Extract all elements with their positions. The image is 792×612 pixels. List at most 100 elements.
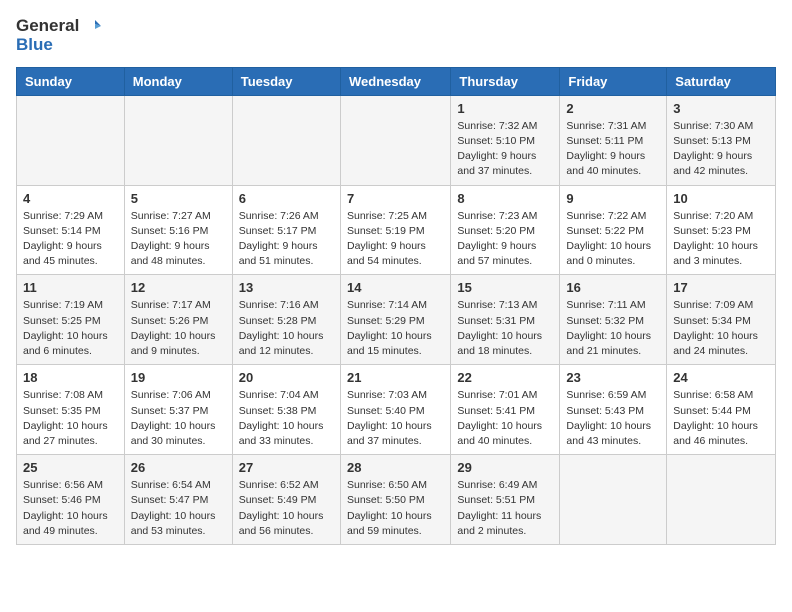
page-header: General Blue (16, 16, 776, 55)
day-info: Sunrise: 7:29 AM Sunset: 5:14 PM Dayligh… (23, 209, 118, 270)
day-info: Sunrise: 6:49 AM Sunset: 5:51 PM Dayligh… (457, 478, 553, 539)
calendar-cell: 9Sunrise: 7:22 AM Sunset: 5:22 PM Daylig… (560, 185, 667, 275)
calendar-cell: 24Sunrise: 6:58 AM Sunset: 5:44 PM Dayli… (667, 365, 776, 455)
day-number: 20 (239, 370, 334, 385)
day-info: Sunrise: 7:26 AM Sunset: 5:17 PM Dayligh… (239, 209, 334, 270)
calendar-cell (560, 455, 667, 545)
day-number: 24 (673, 370, 769, 385)
day-number: 1 (457, 101, 553, 116)
calendar-cell: 8 Sunrise: 7:23 AM Sunset: 5:20 PM Daylig… (451, 185, 560, 275)
weekday-header-wednesday: Wednesday (340, 67, 450, 95)
day-number: 7 (347, 191, 444, 206)
calendar-cell (232, 95, 340, 185)
logo-bird-icon (81, 16, 101, 36)
calendar-cell: 11 Sunrise: 7:19 AM Sunset: 5:25 PM Dayli… (17, 275, 125, 365)
weekday-header-saturday: Saturday (667, 67, 776, 95)
day-number: 8 (457, 191, 553, 206)
day-number: 22 (457, 370, 553, 385)
calendar-cell: 12 Sunrise: 7:17 AM Sunset: 5:26 PM Dayli… (124, 275, 232, 365)
day-number: 2 (566, 101, 660, 116)
day-info: Sunrise: 6:56 AM Sunset: 5:46 PM Dayligh… (23, 478, 118, 539)
day-info: Sunrise: 6:59 AM Sunset: 5:43 PM Dayligh… (566, 388, 660, 449)
day-info: Sunrise: 6:54 AM Sunset: 5:47 PM Dayligh… (131, 478, 226, 539)
day-info: Sunrise: 7:01 AM Sunset: 5:41 PM Dayligh… (457, 388, 553, 449)
calendar-cell: 29 Sunrise: 6:49 AM Sunset: 5:51 PM Dayli… (451, 455, 560, 545)
day-number: 5 (131, 191, 226, 206)
day-number: 14 (347, 280, 444, 295)
day-number: 19 (131, 370, 226, 385)
calendar-cell: 18 Sunrise: 7:08 AM Sunset: 5:35 PM Dayli… (17, 365, 125, 455)
day-number: 12 (131, 280, 226, 295)
weekday-header-thursday: Thursday (451, 67, 560, 95)
calendar-cell: 28 Sunrise: 6:50 AM Sunset: 5:50 PM Dayli… (340, 455, 450, 545)
day-number: 17 (673, 280, 769, 295)
day-number: 26 (131, 460, 226, 475)
logo-blue: Blue (16, 35, 53, 54)
day-info: Sunrise: 6:50 AM Sunset: 5:50 PM Dayligh… (347, 478, 444, 539)
weekday-header-row: SundayMondayTuesdayWednesdayThursdayFrid… (17, 67, 776, 95)
day-number: 6 (239, 191, 334, 206)
calendar-cell (124, 95, 232, 185)
calendar-cell: 25Sunrise: 6:56 AM Sunset: 5:46 PM Dayli… (17, 455, 125, 545)
calendar-cell: 22 Sunrise: 7:01 AM Sunset: 5:41 PM Dayli… (451, 365, 560, 455)
day-info: Sunrise: 7:23 AM Sunset: 5:20 PM Dayligh… (457, 209, 553, 270)
day-number: 18 (23, 370, 118, 385)
calendar-cell: 13Sunrise: 7:16 AM Sunset: 5:28 PM Dayli… (232, 275, 340, 365)
weekday-header-friday: Friday (560, 67, 667, 95)
calendar-cell: 16 Sunrise: 7:11 AM Sunset: 5:32 PM Dayli… (560, 275, 667, 365)
day-number: 27 (239, 460, 334, 475)
calendar-table: SundayMondayTuesdayWednesdayThursdayFrid… (16, 67, 776, 545)
week-row-2: 4Sunrise: 7:29 AM Sunset: 5:14 PM Daylig… (17, 185, 776, 275)
day-info: Sunrise: 7:08 AM Sunset: 5:35 PM Dayligh… (23, 388, 118, 449)
day-info: Sunrise: 7:04 AM Sunset: 5:38 PM Dayligh… (239, 388, 334, 449)
day-info: Sunrise: 7:11 AM Sunset: 5:32 PM Dayligh… (566, 298, 660, 359)
day-info: Sunrise: 7:09 AM Sunset: 5:34 PM Dayligh… (673, 298, 769, 359)
calendar-cell: 19 Sunrise: 7:06 AM Sunset: 5:37 PM Dayli… (124, 365, 232, 455)
calendar-cell: 27 Sunrise: 6:52 AM Sunset: 5:49 PM Dayli… (232, 455, 340, 545)
calendar-cell (17, 95, 125, 185)
day-info: Sunrise: 7:14 AM Sunset: 5:29 PM Dayligh… (347, 298, 444, 359)
day-info: Sunrise: 7:03 AM Sunset: 5:40 PM Dayligh… (347, 388, 444, 449)
calendar-cell: 1 Sunrise: 7:32 AM Sunset: 5:10 PM Daylig… (451, 95, 560, 185)
calendar-cell: 6 Sunrise: 7:26 AM Sunset: 5:17 PM Daylig… (232, 185, 340, 275)
calendar-cell: 5Sunrise: 7:27 AM Sunset: 5:16 PM Daylig… (124, 185, 232, 275)
calendar-cell: 21 Sunrise: 7:03 AM Sunset: 5:40 PM Dayli… (340, 365, 450, 455)
day-number: 28 (347, 460, 444, 475)
logo-general: General (16, 17, 79, 36)
calendar-cell: 2 Sunrise: 7:31 AM Sunset: 5:11 PM Daylig… (560, 95, 667, 185)
day-number: 21 (347, 370, 444, 385)
calendar-cell (340, 95, 450, 185)
week-row-5: 25Sunrise: 6:56 AM Sunset: 5:46 PM Dayli… (17, 455, 776, 545)
day-info: Sunrise: 7:22 AM Sunset: 5:22 PM Dayligh… (566, 209, 660, 270)
day-number: 29 (457, 460, 553, 475)
calendar-cell: 3Sunrise: 7:30 AM Sunset: 5:13 PM Daylig… (667, 95, 776, 185)
calendar-cell: 15 Sunrise: 7:13 AM Sunset: 5:31 PM Dayli… (451, 275, 560, 365)
calendar-cell: 20 Sunrise: 7:04 AM Sunset: 5:38 PM Dayli… (232, 365, 340, 455)
calendar-cell: 10Sunrise: 7:20 AM Sunset: 5:23 PM Dayli… (667, 185, 776, 275)
day-info: Sunrise: 7:25 AM Sunset: 5:19 PM Dayligh… (347, 209, 444, 270)
calendar-cell: 14 Sunrise: 7:14 AM Sunset: 5:29 PM Dayli… (340, 275, 450, 365)
weekday-header-monday: Monday (124, 67, 232, 95)
calendar-cell: 23Sunrise: 6:59 AM Sunset: 5:43 PM Dayli… (560, 365, 667, 455)
day-info: Sunrise: 7:30 AM Sunset: 5:13 PM Dayligh… (673, 119, 769, 180)
day-info: Sunrise: 7:32 AM Sunset: 5:10 PM Dayligh… (457, 119, 553, 180)
day-info: Sunrise: 6:52 AM Sunset: 5:49 PM Dayligh… (239, 478, 334, 539)
day-number: 15 (457, 280, 553, 295)
week-row-4: 18 Sunrise: 7:08 AM Sunset: 5:35 PM Dayli… (17, 365, 776, 455)
day-info: Sunrise: 7:13 AM Sunset: 5:31 PM Dayligh… (457, 298, 553, 359)
calendar-cell: 26 Sunrise: 6:54 AM Sunset: 5:47 PM Dayli… (124, 455, 232, 545)
day-info: Sunrise: 7:19 AM Sunset: 5:25 PM Dayligh… (23, 298, 118, 359)
week-row-3: 11 Sunrise: 7:19 AM Sunset: 5:25 PM Dayli… (17, 275, 776, 365)
calendar-cell: 7 Sunrise: 7:25 AM Sunset: 5:19 PM Daylig… (340, 185, 450, 275)
calendar-cell (667, 455, 776, 545)
logo: General Blue (16, 16, 101, 55)
day-info: Sunrise: 7:17 AM Sunset: 5:26 PM Dayligh… (131, 298, 226, 359)
day-info: Sunrise: 7:06 AM Sunset: 5:37 PM Dayligh… (131, 388, 226, 449)
day-info: Sunrise: 7:31 AM Sunset: 5:11 PM Dayligh… (566, 119, 660, 180)
day-number: 13 (239, 280, 334, 295)
calendar-cell: 4Sunrise: 7:29 AM Sunset: 5:14 PM Daylig… (17, 185, 125, 275)
day-info: Sunrise: 7:20 AM Sunset: 5:23 PM Dayligh… (673, 209, 769, 270)
day-number: 11 (23, 280, 118, 295)
logo-text: General Blue (16, 16, 101, 55)
day-number: 16 (566, 280, 660, 295)
